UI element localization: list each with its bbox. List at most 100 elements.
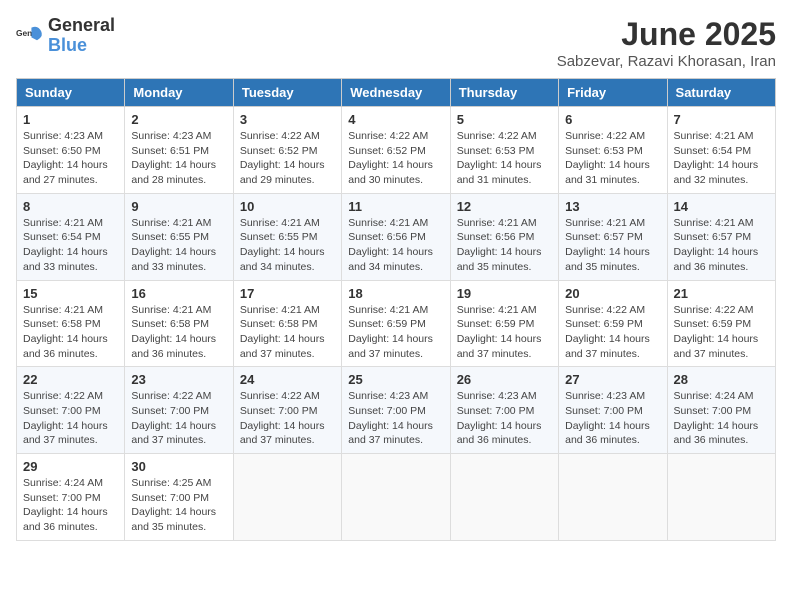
daylight-label: Daylight: 14 hours and 27 minutes. — [23, 159, 108, 186]
sunset-label: Sunset: 6:58 PM — [23, 318, 101, 330]
weekday-header-tuesday: Tuesday — [233, 79, 341, 107]
day-number: 19 — [457, 286, 552, 301]
calendar-week-3: 15 Sunrise: 4:21 AM Sunset: 6:58 PM Dayl… — [17, 280, 776, 367]
calendar-cell: 3 Sunrise: 4:22 AM Sunset: 6:52 PM Dayli… — [233, 107, 341, 194]
day-info: Sunrise: 4:23 AM Sunset: 7:00 PM Dayligh… — [348, 389, 443, 448]
calendar-cell: 16 Sunrise: 4:21 AM Sunset: 6:58 PM Dayl… — [125, 280, 233, 367]
calendar-cell: 6 Sunrise: 4:22 AM Sunset: 6:53 PM Dayli… — [559, 107, 667, 194]
calendar-cell: 26 Sunrise: 4:23 AM Sunset: 7:00 PM Dayl… — [450, 367, 558, 454]
calendar-cell — [559, 454, 667, 541]
sunset-label: Sunset: 7:00 PM — [565, 405, 643, 417]
sunset-label: Sunset: 6:56 PM — [457, 231, 535, 243]
sunset-label: Sunset: 6:58 PM — [240, 318, 318, 330]
sunrise-label: Sunrise: 4:22 AM — [674, 304, 754, 316]
calendar-cell — [233, 454, 341, 541]
weekday-header-saturday: Saturday — [667, 79, 775, 107]
sunrise-label: Sunrise: 4:23 AM — [131, 130, 211, 142]
calendar-cell: 28 Sunrise: 4:24 AM Sunset: 7:00 PM Dayl… — [667, 367, 775, 454]
calendar-cell: 21 Sunrise: 4:22 AM Sunset: 6:59 PM Dayl… — [667, 280, 775, 367]
day-number: 6 — [565, 112, 660, 127]
daylight-label: Daylight: 14 hours and 37 minutes. — [674, 333, 759, 360]
day-info: Sunrise: 4:21 AM Sunset: 6:55 PM Dayligh… — [131, 216, 226, 275]
day-number: 20 — [565, 286, 660, 301]
title-block: June 2025 Sabzevar, Razavi Khorasan, Ira… — [557, 16, 776, 70]
calendar-cell: 9 Sunrise: 4:21 AM Sunset: 6:55 PM Dayli… — [125, 193, 233, 280]
day-info: Sunrise: 4:23 AM Sunset: 6:50 PM Dayligh… — [23, 129, 118, 188]
sunset-label: Sunset: 6:56 PM — [348, 231, 426, 243]
day-info: Sunrise: 4:21 AM Sunset: 6:59 PM Dayligh… — [348, 303, 443, 362]
sunrise-label: Sunrise: 4:21 AM — [131, 217, 211, 229]
day-number: 29 — [23, 459, 118, 474]
calendar-cell: 29 Sunrise: 4:24 AM Sunset: 7:00 PM Dayl… — [17, 454, 125, 541]
day-number: 13 — [565, 199, 660, 214]
logo: Gen General Blue — [16, 16, 115, 56]
daylight-label: Daylight: 14 hours and 36 minutes. — [23, 333, 108, 360]
page-header: Gen General Blue June 2025 Sabzevar, Raz… — [16, 16, 776, 70]
daylight-label: Daylight: 14 hours and 36 minutes. — [23, 506, 108, 533]
calendar-cell — [667, 454, 775, 541]
calendar-cell: 27 Sunrise: 4:23 AM Sunset: 7:00 PM Dayl… — [559, 367, 667, 454]
sunrise-label: Sunrise: 4:21 AM — [131, 304, 211, 316]
calendar-cell: 12 Sunrise: 4:21 AM Sunset: 6:56 PM Dayl… — [450, 193, 558, 280]
sunrise-label: Sunrise: 4:21 AM — [240, 217, 320, 229]
sunrise-label: Sunrise: 4:24 AM — [23, 477, 103, 489]
daylight-label: Daylight: 14 hours and 31 minutes. — [457, 159, 542, 186]
calendar-cell: 14 Sunrise: 4:21 AM Sunset: 6:57 PM Dayl… — [667, 193, 775, 280]
daylight-label: Daylight: 14 hours and 30 minutes. — [348, 159, 433, 186]
sunrise-label: Sunrise: 4:22 AM — [565, 130, 645, 142]
day-number: 8 — [23, 199, 118, 214]
calendar-cell: 18 Sunrise: 4:21 AM Sunset: 6:59 PM Dayl… — [342, 280, 450, 367]
sunset-label: Sunset: 6:51 PM — [131, 145, 209, 157]
daylight-label: Daylight: 14 hours and 37 minutes. — [23, 420, 108, 447]
sunset-label: Sunset: 7:00 PM — [23, 492, 101, 504]
day-number: 7 — [674, 112, 769, 127]
day-info: Sunrise: 4:21 AM Sunset: 6:58 PM Dayligh… — [240, 303, 335, 362]
calendar-cell: 5 Sunrise: 4:22 AM Sunset: 6:53 PM Dayli… — [450, 107, 558, 194]
daylight-label: Daylight: 14 hours and 33 minutes. — [131, 246, 216, 273]
calendar-cell: 24 Sunrise: 4:22 AM Sunset: 7:00 PM Dayl… — [233, 367, 341, 454]
calendar-cell: 7 Sunrise: 4:21 AM Sunset: 6:54 PM Dayli… — [667, 107, 775, 194]
weekday-header-thursday: Thursday — [450, 79, 558, 107]
day-number: 1 — [23, 112, 118, 127]
daylight-label: Daylight: 14 hours and 37 minutes. — [131, 420, 216, 447]
sunrise-label: Sunrise: 4:21 AM — [565, 217, 645, 229]
day-number: 24 — [240, 372, 335, 387]
sunset-label: Sunset: 6:59 PM — [565, 318, 643, 330]
daylight-label: Daylight: 14 hours and 36 minutes. — [565, 420, 650, 447]
sunrise-label: Sunrise: 4:21 AM — [348, 304, 428, 316]
day-info: Sunrise: 4:21 AM Sunset: 6:56 PM Dayligh… — [348, 216, 443, 275]
calendar-cell: 1 Sunrise: 4:23 AM Sunset: 6:50 PM Dayli… — [17, 107, 125, 194]
sunset-label: Sunset: 7:00 PM — [131, 405, 209, 417]
daylight-label: Daylight: 14 hours and 37 minutes. — [240, 333, 325, 360]
sunrise-label: Sunrise: 4:22 AM — [240, 390, 320, 402]
sunset-label: Sunset: 6:57 PM — [565, 231, 643, 243]
sunset-label: Sunset: 6:54 PM — [674, 145, 752, 157]
sunset-label: Sunset: 7:00 PM — [131, 492, 209, 504]
sunrise-label: Sunrise: 4:25 AM — [131, 477, 211, 489]
calendar-cell: 8 Sunrise: 4:21 AM Sunset: 6:54 PM Dayli… — [17, 193, 125, 280]
day-info: Sunrise: 4:24 AM Sunset: 7:00 PM Dayligh… — [23, 476, 118, 535]
calendar-table: SundayMondayTuesdayWednesdayThursdayFrid… — [16, 78, 776, 541]
daylight-label: Daylight: 14 hours and 37 minutes. — [348, 420, 433, 447]
day-number: 26 — [457, 372, 552, 387]
day-number: 30 — [131, 459, 226, 474]
sunset-label: Sunset: 6:52 PM — [240, 145, 318, 157]
day-number: 4 — [348, 112, 443, 127]
sunset-label: Sunset: 6:57 PM — [674, 231, 752, 243]
calendar-cell: 25 Sunrise: 4:23 AM Sunset: 7:00 PM Dayl… — [342, 367, 450, 454]
calendar-cell: 11 Sunrise: 4:21 AM Sunset: 6:56 PM Dayl… — [342, 193, 450, 280]
day-info: Sunrise: 4:23 AM Sunset: 7:00 PM Dayligh… — [457, 389, 552, 448]
location-title: Sabzevar, Razavi Khorasan, Iran — [557, 53, 776, 70]
sunset-label: Sunset: 6:52 PM — [348, 145, 426, 157]
calendar-cell: 22 Sunrise: 4:22 AM Sunset: 7:00 PM Dayl… — [17, 367, 125, 454]
daylight-label: Daylight: 14 hours and 36 minutes. — [457, 420, 542, 447]
day-info: Sunrise: 4:22 AM Sunset: 6:52 PM Dayligh… — [348, 129, 443, 188]
day-info: Sunrise: 4:23 AM Sunset: 7:00 PM Dayligh… — [565, 389, 660, 448]
sunset-label: Sunset: 6:55 PM — [240, 231, 318, 243]
day-number: 16 — [131, 286, 226, 301]
day-number: 23 — [131, 372, 226, 387]
sunset-label: Sunset: 7:00 PM — [457, 405, 535, 417]
weekday-header-sunday: Sunday — [17, 79, 125, 107]
sunset-label: Sunset: 7:00 PM — [23, 405, 101, 417]
calendar-week-1: 1 Sunrise: 4:23 AM Sunset: 6:50 PM Dayli… — [17, 107, 776, 194]
